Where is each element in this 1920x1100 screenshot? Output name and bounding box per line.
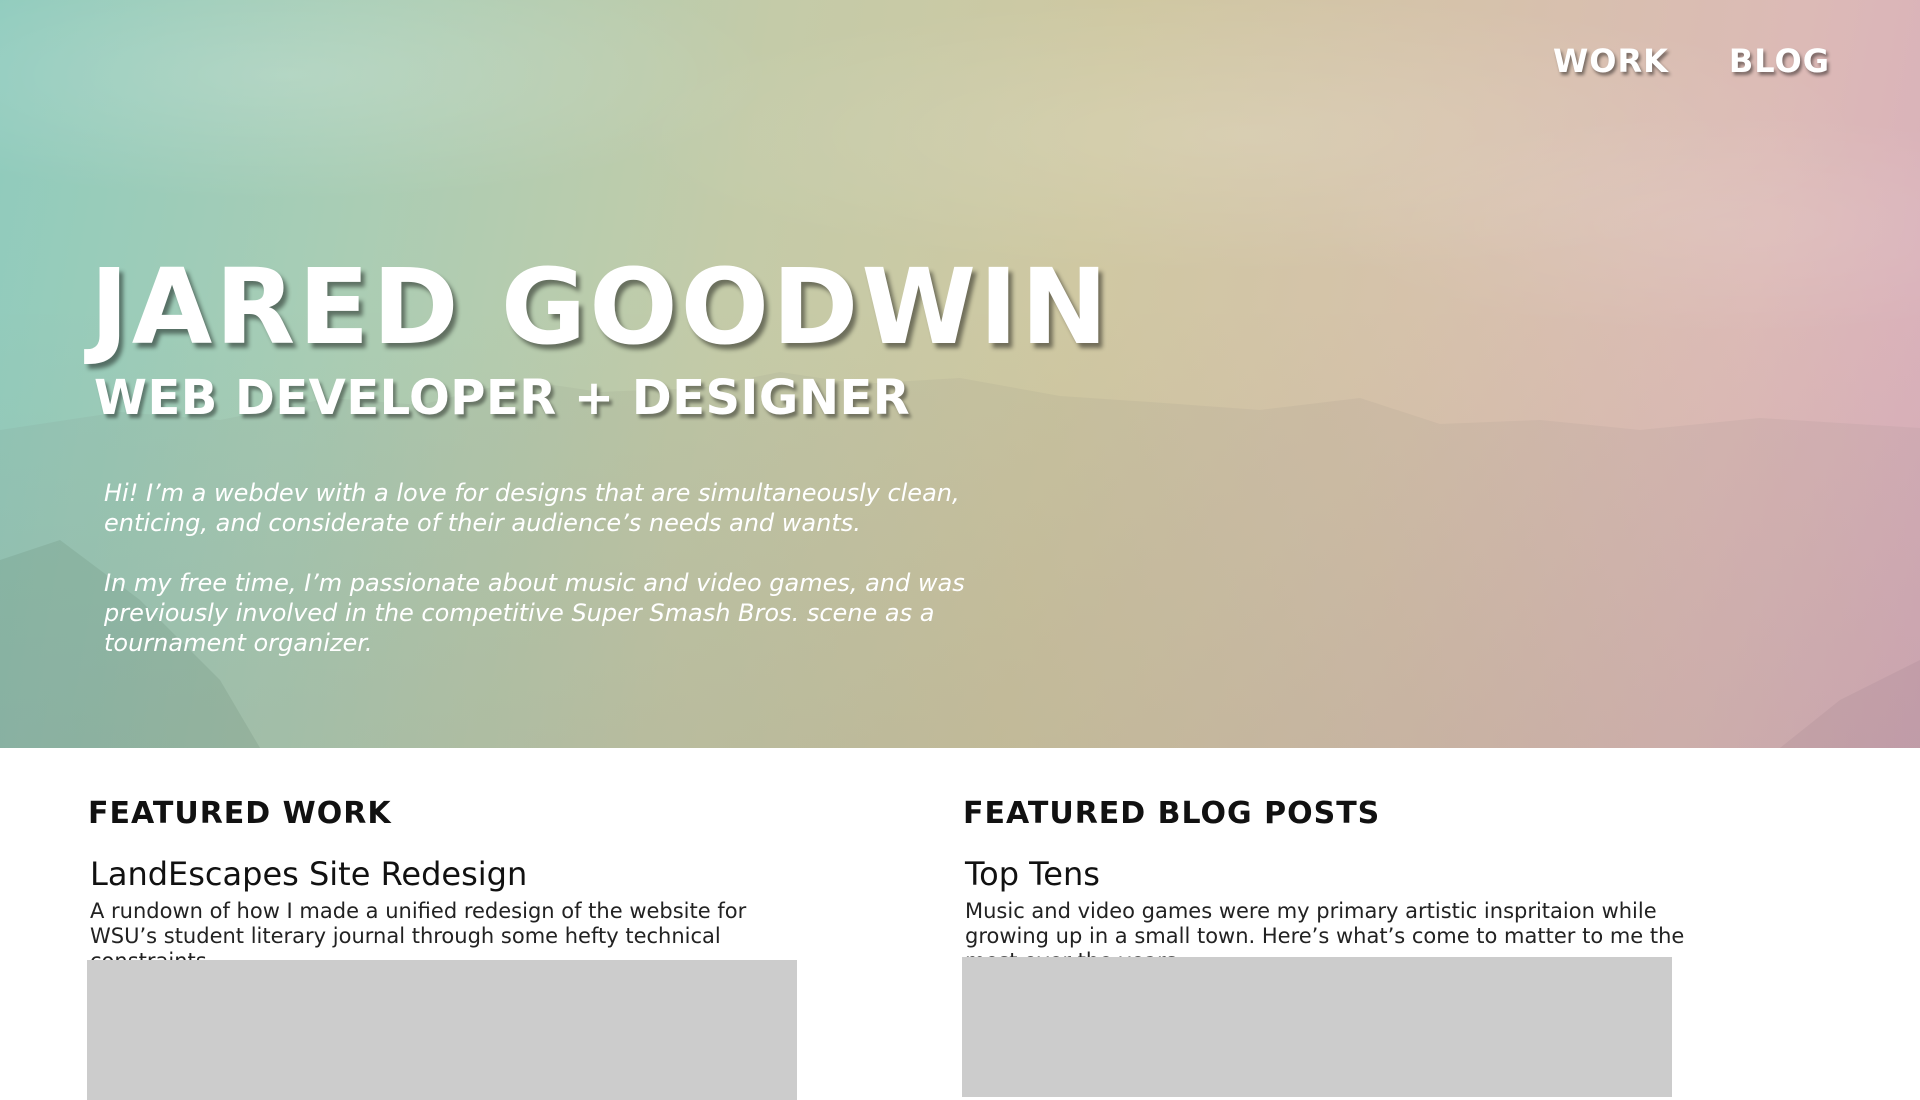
hero-name-title: JARED GOODWIN — [90, 246, 1111, 368]
featured-work-heading: FEATURED WORK — [88, 796, 392, 831]
bio-paragraph-intro: Hi! I’m a webdev with a love for designs… — [104, 479, 960, 537]
featured-blog-heading: FEATURED BLOG POSTS — [963, 796, 1381, 831]
featured-work-section: FEATURED WORK LandEscapes Site Redesign … — [88, 796, 808, 974]
featured-blog-title-link[interactable]: Top Tens — [965, 855, 1683, 893]
featured-work-thumbnail[interactable] — [87, 960, 797, 1100]
nav-link-work[interactable]: WORK — [1553, 42, 1669, 80]
featured-blog-section: FEATURED BLOG POSTS Top Tens Music and v… — [963, 796, 1684, 974]
main-navigation: WORK BLOG — [1553, 42, 1830, 80]
nav-link-blog[interactable]: BLOG — [1729, 42, 1830, 80]
featured-blog-thumbnail[interactable] — [962, 957, 1672, 1097]
bio-paragraph-hobbies: In my free time, I’m passionate about mu… — [104, 569, 965, 657]
featured-work-title-link[interactable]: LandEscapes Site Redesign — [90, 855, 808, 893]
hero-banner: WORK BLOG JARED GOODWIN WEB DEVELOPER + … — [0, 0, 1920, 748]
hero-role-subtitle: WEB DEVELOPER + DESIGNER — [94, 370, 911, 426]
hero-bio: Hi! I’m a webdev with a love for designs… — [104, 478, 1064, 688]
